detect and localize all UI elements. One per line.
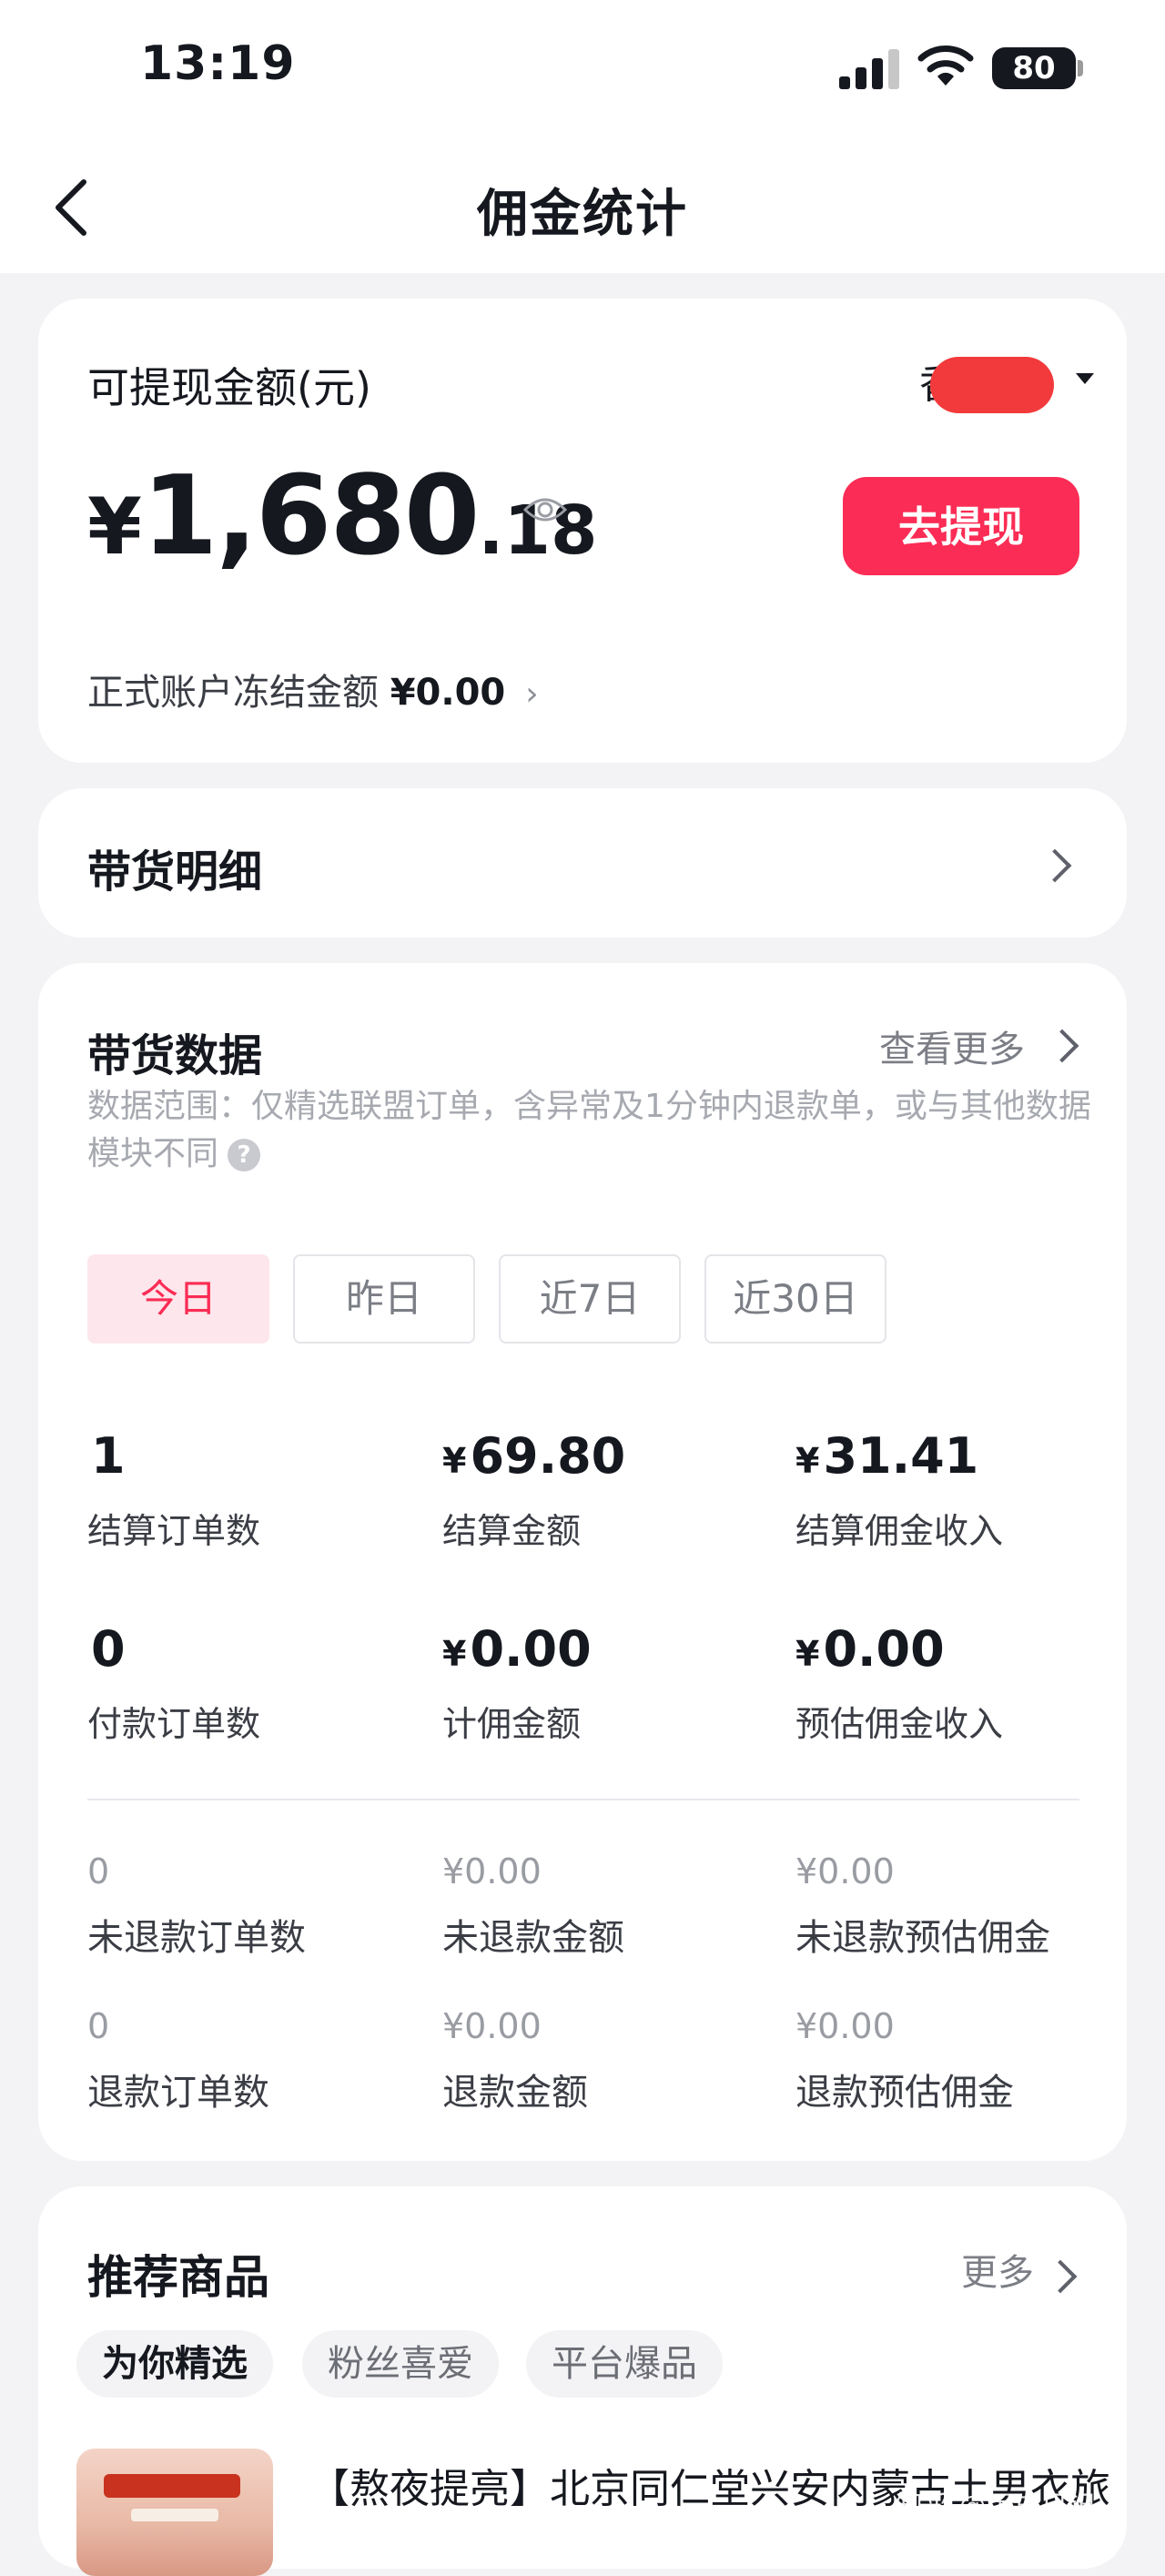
status-bar: 13:19 80 — [0, 0, 1165, 137]
metric-label: 退款金额 — [442, 2072, 588, 2114]
metric-value: 0 — [87, 2006, 110, 2046]
chevron-right-icon: › — [525, 675, 539, 713]
metric-currency: ¥ — [795, 1441, 820, 1481]
metric-currency: ¥ — [442, 1634, 467, 1674]
metric-value: 1 — [91, 1427, 126, 1485]
metrics-divider — [87, 1799, 1079, 1800]
account-switcher[interactable]: 香 — [912, 351, 1121, 415]
product-thumbnail[interactable] — [76, 2449, 273, 2576]
balance-card: 可提现金额(元) 香 ¥1,680.18 去提现 正式账户冻结金额 ¥0.00 › — [38, 299, 1127, 763]
withdrawable-amount: ¥1,680.18 — [87, 453, 598, 580]
metric-value: 69.80 — [470, 1427, 626, 1485]
metric-paid-orders: 0 付款订单数 — [87, 1620, 415, 1746]
metric-label: 付款订单数 — [87, 1704, 261, 1744]
frozen-value: ¥0.00 — [390, 672, 506, 714]
metric-label: 结算金额 — [442, 1511, 582, 1551]
metric-currency: ¥ — [442, 1441, 467, 1481]
tab-yesterday[interactable]: 昨日 — [293, 1254, 475, 1344]
tab-today[interactable]: 今日 — [87, 1254, 269, 1344]
metric-refunded-amount: ¥0.00 退款金额 — [442, 2006, 770, 2115]
help-icon[interactable]: ? — [228, 1139, 261, 1171]
metric-currency: ¥ — [795, 1634, 820, 1674]
metric-refunded-commission: ¥0.00 退款预估佣金 — [795, 2006, 1123, 2115]
view-more-link[interactable]: 查看更多 — [879, 1019, 1025, 1072]
metric-label: 结算订单数 — [87, 1511, 261, 1551]
recommend-more-label: 更多 — [961, 2252, 1034, 2294]
metric-label: 计佣金额 — [442, 1704, 582, 1744]
redaction-mark — [930, 357, 1054, 413]
metric-label: 未退款订单数 — [87, 1917, 306, 1959]
battery-icon: 80 — [992, 47, 1076, 89]
sales-detail-title: 带货明细 — [87, 847, 263, 898]
wifi-icon — [917, 46, 974, 86]
chevron-right-icon — [1043, 2259, 1078, 2294]
metric-label: 未退款预估佣金 — [795, 1917, 1050, 1959]
metric-unrefunded-orders: 0 未退款订单数 — [87, 1851, 415, 1961]
watermark: 知乎 @用户日记 — [896, 2490, 1096, 2522]
metric-value: 0 — [91, 1620, 126, 1678]
chevron-right-icon — [1045, 1029, 1079, 1063]
metric-label: 预估佣金收入 — [795, 1704, 1004, 1744]
signal-icon — [839, 47, 899, 89]
metric-value: 0.00 — [823, 1620, 945, 1678]
sales-data-card: 带货数据 查看更多 数据范围：仅精选联盟订单，含异常及1分钟内退款单，或与其他数… — [38, 963, 1127, 2161]
metric-label: 退款订单数 — [87, 2072, 269, 2114]
recommend-more-link[interactable]: 更多 — [961, 2243, 1034, 2296]
metric-label: 未退款金额 — [442, 1917, 624, 1959]
metric-settled-commission: ¥31.41 结算佣金收入 — [795, 1427, 1123, 1553]
metric-label: 结算佣金收入 — [795, 1511, 1004, 1551]
metric-value: ¥0.00 — [442, 2006, 542, 2046]
view-more-label: 查看更多 — [879, 1029, 1025, 1070]
tab-for-you[interactable]: 为你精选 — [76, 2330, 273, 2398]
thumbnail-badge — [104, 2474, 240, 2498]
tab-last-30-days[interactable]: 近30日 — [704, 1254, 886, 1344]
battery-tip — [1078, 60, 1083, 76]
metric-value: 31.41 — [823, 1427, 979, 1485]
frozen-label: 正式账户冻结金额 — [87, 672, 379, 714]
metric-settled-amount: ¥69.80 结算金额 — [442, 1427, 770, 1553]
metric-unrefunded-commission: ¥0.00 未退款预估佣金 — [795, 1851, 1123, 1961]
metric-value: ¥0.00 — [795, 2006, 895, 2046]
amount-integer: 1,680 — [141, 453, 481, 580]
metric-commissionable-amount: ¥0.00 计佣金额 — [442, 1620, 770, 1746]
chevron-right-icon — [1038, 848, 1072, 883]
sales-data-title: 带货数据 — [87, 1030, 263, 1081]
tab-fan-favorites[interactable]: 粉丝喜爱 — [302, 2330, 499, 2398]
metric-unrefunded-amount: ¥0.00 未退款金额 — [442, 1851, 770, 1961]
metric-value: 0.00 — [470, 1620, 592, 1678]
tab-platform-hits[interactable]: 平台爆品 — [526, 2330, 723, 2398]
eye-icon[interactable] — [522, 492, 568, 528]
status-time: 13:19 — [140, 36, 296, 91]
tab-last-7-days[interactable]: 近7日 — [499, 1254, 681, 1344]
data-scope-note: 数据范围：仅精选联盟订单，含异常及1分钟内退款单，或与其他数据模块不同? — [87, 1083, 1098, 1178]
metric-value: ¥0.00 — [795, 1851, 895, 1891]
page-title: 佣金统计 — [477, 185, 688, 244]
metric-settled-orders: 1 结算订单数 — [87, 1427, 415, 1553]
metric-refunded-orders: 0 退款订单数 — [87, 2006, 415, 2115]
thumbnail-tag — [131, 2509, 218, 2521]
metric-label: 退款预估佣金 — [795, 2072, 1014, 2114]
recommend-title: 推荐商品 — [87, 2251, 269, 2304]
sales-detail-card[interactable]: 带货明细 — [38, 788, 1127, 938]
withdraw-button[interactable]: 去提现 — [843, 477, 1079, 575]
amount-currency: ¥ — [87, 482, 142, 573]
metric-value: 0 — [87, 1851, 110, 1891]
frozen-amount-row[interactable]: 正式账户冻结金额 ¥0.00 › — [87, 663, 539, 715]
nav-bar: 佣金统计 — [0, 137, 1165, 273]
caret-down-icon — [1076, 373, 1094, 384]
withdrawable-label: 可提现金额(元) — [87, 363, 371, 412]
metric-estimated-commission: ¥0.00 预估佣金收入 — [795, 1620, 1123, 1746]
metric-value: ¥0.00 — [442, 1851, 542, 1891]
